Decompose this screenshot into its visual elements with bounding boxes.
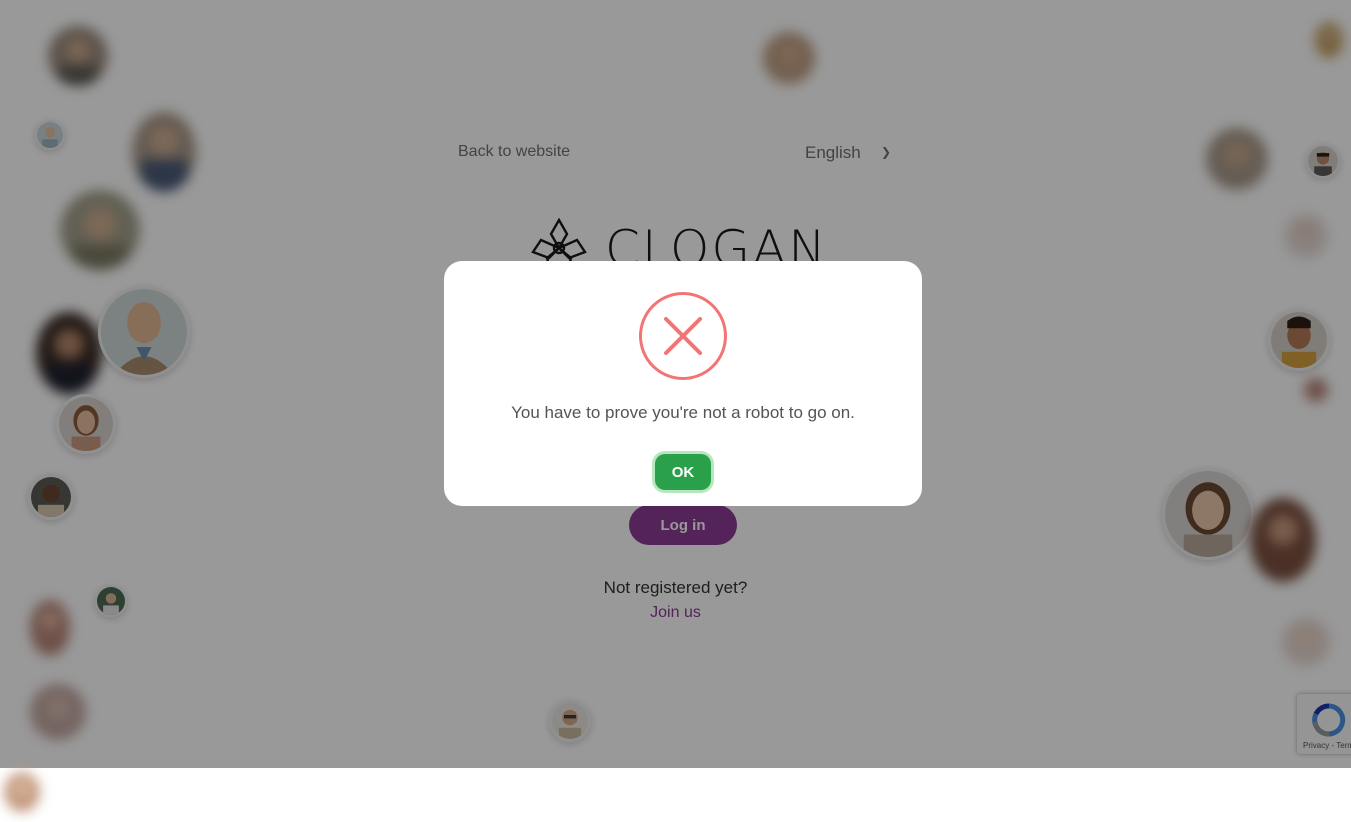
alert-dialog: You have to prove you're not a robot to … xyxy=(444,261,922,506)
page-footer-area xyxy=(0,768,1351,822)
avatar xyxy=(4,772,40,812)
login-page: Back to website English ❯ CLOGAN Log in … xyxy=(0,0,1351,768)
error-x-icon xyxy=(639,292,727,380)
alert-message: You have to prove you're not a robot to … xyxy=(511,403,855,422)
ok-button[interactable]: OK xyxy=(655,454,711,490)
